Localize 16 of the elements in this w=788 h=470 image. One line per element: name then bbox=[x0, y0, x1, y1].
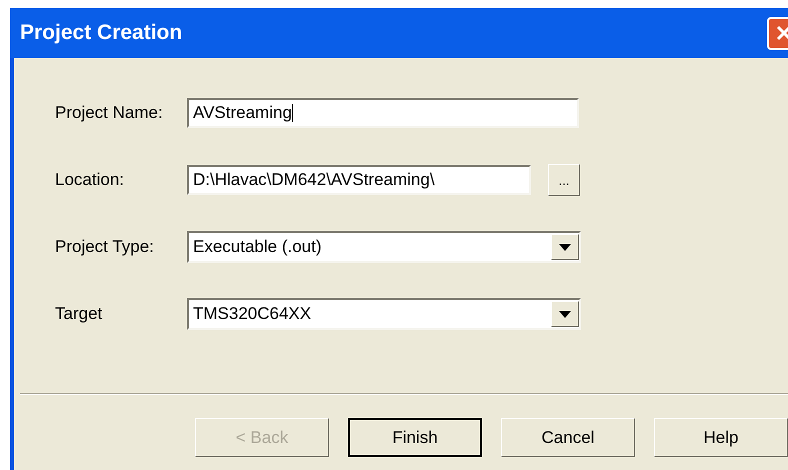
field-label: Project Type: bbox=[54, 236, 155, 258]
dropdown-arrow-icon bbox=[559, 310, 571, 318]
close-icon bbox=[774, 24, 788, 42]
dialog-button[interactable]: Cancel bbox=[501, 418, 635, 457]
dropdown[interactable]: TMS320C64XX bbox=[187, 298, 581, 330]
field-label: Location: bbox=[54, 169, 125, 192]
dialog-button[interactable]: Finish bbox=[348, 418, 482, 457]
dialog-button[interactable]: Help bbox=[654, 418, 788, 457]
field-label: Target bbox=[54, 303, 104, 326]
dropdown[interactable]: Executable (.out) bbox=[187, 231, 581, 263]
window-title: Project Creation bbox=[20, 20, 182, 46]
field-label: Project Name: bbox=[54, 102, 164, 124]
dropdown-arrow-icon bbox=[559, 244, 571, 250]
browse-button[interactable]: ... bbox=[548, 164, 580, 196]
location-field[interactable]: D:\Hlavac\DM642\AVStreaming\ bbox=[187, 165, 531, 195]
text-field[interactable]: AVStreaming bbox=[187, 98, 579, 128]
